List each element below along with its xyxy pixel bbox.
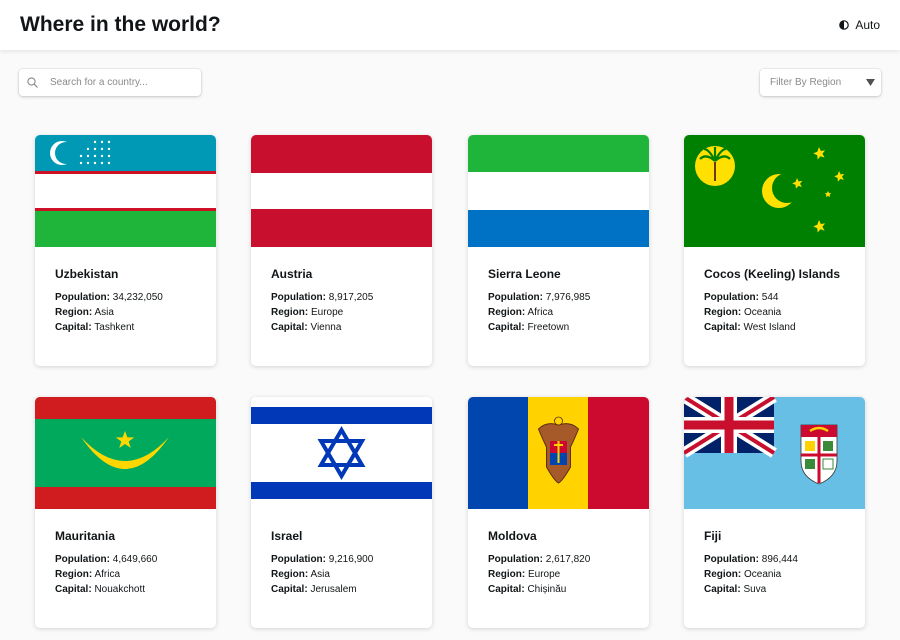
region-filter-label: Filter By Region: [770, 77, 842, 88]
population-label: Population:: [488, 292, 543, 303]
search-box[interactable]: [19, 69, 201, 96]
triangle-down-icon: [866, 79, 875, 86]
country-card-mauritania[interactable]: Mauritania Population: 4,649,660 Region:…: [35, 397, 216, 628]
search-icon: [27, 77, 38, 88]
country-name: Cocos (Keeling) Islands: [704, 267, 841, 281]
region-label: Region:: [55, 569, 93, 580]
population-label: Population:: [271, 554, 326, 565]
theme-toggle[interactable]: Auto: [839, 18, 880, 32]
region-value: Oceania: [744, 569, 782, 580]
country-name: Israel: [271, 529, 303, 543]
header: Where in the world? Auto: [0, 0, 900, 50]
moldova-flag: [468, 397, 649, 509]
capital-value: Chișinău: [527, 584, 567, 595]
country-name: Austria: [271, 267, 313, 281]
austria-flag: [251, 135, 432, 247]
mauritania-flag: [35, 397, 216, 509]
region-value: Oceania: [744, 307, 782, 318]
region-label: Region:: [704, 569, 742, 580]
population-value: 34,232,050: [112, 292, 163, 303]
capital-value: Freetown: [527, 322, 570, 333]
uzbekistan-flag: [35, 135, 216, 247]
fiji-flag: [684, 397, 865, 509]
capital-value: Nouakchott: [94, 584, 146, 595]
capital-label: Capital:: [704, 584, 741, 595]
israel-flag: [251, 397, 432, 509]
country-name: Uzbekistan: [55, 267, 119, 281]
country-card-israel[interactable]: Israel Population: 9,216,900 Region: Asi…: [251, 397, 432, 628]
population-value: 544: [761, 292, 779, 303]
region-filter-dropdown[interactable]: Filter By Region: [760, 69, 881, 96]
theme-label: Auto: [855, 18, 880, 32]
capital-value: Jerusalem: [310, 584, 357, 595]
capital-value: Suva: [743, 584, 767, 595]
region-label: Region:: [271, 569, 309, 580]
country-card-fiji[interactable]: Fiji Population: 896,444 Region: Oceania…: [684, 397, 865, 628]
population-label: Population:: [55, 554, 110, 565]
country-card-cocos-keeling-islands[interactable]: Cocos (Keeling) Islands Population: 544 …: [684, 135, 865, 366]
region-value: Africa: [527, 307, 554, 318]
region-label: Region:: [271, 307, 309, 318]
population-value: 4,649,660: [112, 554, 158, 565]
capital-label: Capital:: [704, 322, 741, 333]
region-label: Region:: [704, 307, 742, 318]
capital-label: Capital:: [488, 322, 525, 333]
country-card-sierra-leone[interactable]: Sierra Leone Population: 7,976,985 Regio…: [468, 135, 649, 366]
population-value: 7,976,985: [545, 292, 591, 303]
cocos-keeling-islands-flag: [684, 135, 865, 247]
capital-value: Vienna: [310, 322, 342, 333]
region-value: Europe: [311, 307, 344, 318]
capital-label: Capital:: [488, 584, 525, 595]
search-input[interactable]: [50, 77, 190, 88]
half-circle-icon: [839, 20, 850, 30]
capital-value: Tashkent: [94, 322, 135, 333]
country-card-uzbekistan[interactable]: Uzbekistan Population: 34,232,050 Region…: [35, 135, 216, 366]
population-label: Population:: [704, 292, 759, 303]
region-value: Africa: [94, 569, 121, 580]
population-label: Population:: [271, 292, 326, 303]
region-value: Asia: [94, 307, 114, 318]
population-value: 2,617,820: [545, 554, 591, 565]
region-label: Region:: [55, 307, 93, 318]
capital-label: Capital:: [271, 584, 308, 595]
population-value: 8,917,205: [328, 292, 374, 303]
country-name: Mauritania: [55, 529, 116, 543]
sierra-leone-flag: [468, 135, 649, 247]
population-label: Population:: [704, 554, 759, 565]
capital-label: Capital:: [55, 584, 92, 595]
capital-label: Capital:: [271, 322, 308, 333]
capital-value: West Island: [743, 322, 796, 333]
population-value: 9,216,900: [328, 554, 374, 565]
region-label: Region:: [488, 307, 526, 318]
population-value: 896,444: [761, 554, 798, 565]
country-name: Moldova: [488, 529, 537, 543]
region-label: Region:: [488, 569, 526, 580]
country-card-austria[interactable]: Austria Population: 8,917,205 Region: Eu…: [251, 135, 432, 366]
population-label: Population:: [55, 292, 110, 303]
region-value: Europe: [528, 569, 561, 580]
region-value: Asia: [310, 569, 330, 580]
country-name: Sierra Leone: [488, 267, 561, 281]
page-title: Where in the world?: [20, 13, 221, 36]
country-name: Fiji: [704, 529, 722, 543]
population-label: Population:: [488, 554, 543, 565]
country-card-moldova[interactable]: Moldova Population: 2,617,820 Region: Eu…: [468, 397, 649, 628]
capital-label: Capital:: [55, 322, 92, 333]
